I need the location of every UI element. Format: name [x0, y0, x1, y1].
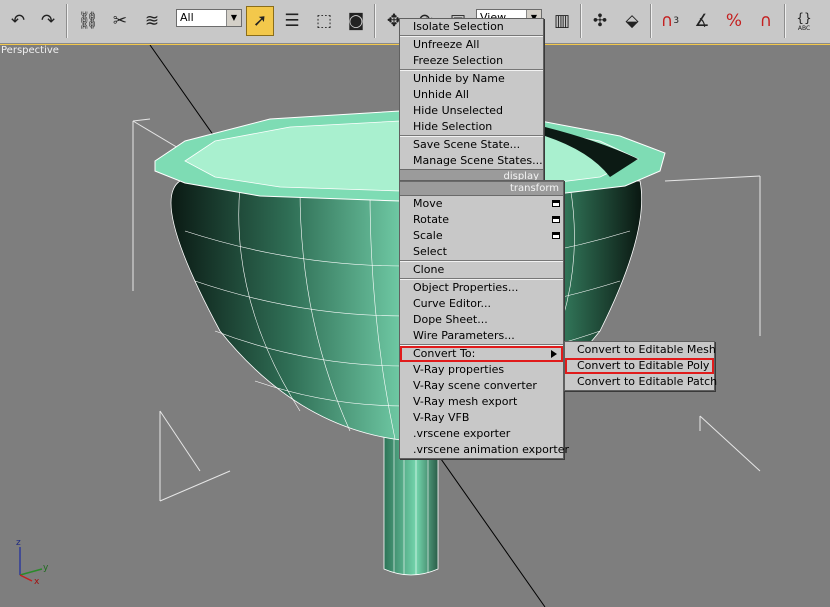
- menu-item-freeze-selection[interactable]: Freeze Selection: [400, 53, 543, 69]
- menu-item-hide-unselected[interactable]: Hide Unselected: [400, 103, 543, 119]
- viewport-label[interactable]: Perspective: [1, 45, 59, 56]
- window-crossing-icon[interactable]: ◙: [342, 6, 370, 36]
- angle-snap-icon[interactable]: ∡: [688, 6, 716, 36]
- percent-snap-icon[interactable]: %: [720, 6, 748, 36]
- menu-item-unhide-by-name[interactable]: Unhide by Name: [400, 71, 543, 87]
- spinner-snap-icon[interactable]: ∩: [752, 6, 780, 36]
- named-selection-label: ABC: [797, 24, 811, 32]
- menu-item-vray-scene-converter[interactable]: V-Ray scene converter: [400, 378, 563, 394]
- settings-box-icon[interactable]: [552, 216, 560, 223]
- toolbar-separator: [650, 4, 652, 38]
- snap-3d-icon[interactable]: ∩ 3: [656, 6, 684, 36]
- keyboard-shortcut-icon[interactable]: ⬙: [618, 6, 646, 36]
- menu-item-convert-to-editable-patch[interactable]: Convert to Editable Patch: [565, 374, 717, 390]
- convert-to-submenu: Convert to Editable Mesh Convert to Edit…: [564, 341, 717, 391]
- pivot-icon[interactable]: ▥: [548, 6, 576, 36]
- menu-item-convert-to-editable-poly[interactable]: Convert to Editable Poly: [565, 358, 714, 374]
- link-icon[interactable]: ⛓: [74, 6, 102, 36]
- menu-item-vray-vfb[interactable]: V-Ray VFB: [400, 410, 563, 426]
- settings-box-icon[interactable]: [552, 232, 560, 239]
- menu-item-label: Move: [413, 197, 443, 210]
- menu-item-rotate[interactable]: Rotate: [400, 212, 563, 228]
- menu-item-vrscene-exporter[interactable]: .vrscene exporter: [400, 426, 563, 442]
- toolbar-separator: [374, 4, 376, 38]
- menu-item-convert-to[interactable]: Convert To:: [400, 346, 563, 362]
- menu-item-vrscene-animation-exporter[interactable]: .vrscene animation exporter: [400, 442, 569, 458]
- axis-tripod-icon: z y x: [16, 538, 49, 585]
- menu-item-scale[interactable]: Scale: [400, 228, 563, 244]
- named-selection-icon[interactable]: {} ABC: [790, 6, 818, 36]
- menu-item-label: Scale: [413, 229, 443, 242]
- toolbar-separator: [580, 4, 582, 38]
- menu-item-clone[interactable]: Clone: [400, 262, 563, 278]
- manipulate-icon[interactable]: ✣: [586, 6, 614, 36]
- unlink-icon[interactable]: ✂: [106, 6, 134, 36]
- select-by-name-icon[interactable]: ☰: [278, 6, 306, 36]
- quad-menu-display: Isolate Selection Unfreeze All Freeze Se…: [399, 18, 544, 185]
- menu-item-object-properties[interactable]: Object Properties...: [400, 280, 563, 296]
- selection-filter-value: All: [180, 11, 194, 24]
- axis-y-label: y: [43, 563, 49, 573]
- bind-space-warp-icon[interactable]: ≋: [138, 6, 166, 36]
- undo-icon[interactable]: ↶: [4, 6, 32, 36]
- menu-item-move[interactable]: Move: [400, 196, 563, 212]
- redo-icon[interactable]: ↷: [34, 6, 62, 36]
- toolbar-separator: [784, 4, 786, 38]
- menu-item-vray-properties[interactable]: V-Ray properties: [400, 362, 563, 378]
- menu-item-unhide-all[interactable]: Unhide All: [400, 87, 543, 103]
- menu-item-save-scene-state[interactable]: Save Scene State...: [400, 137, 543, 153]
- menu-item-vray-mesh-export[interactable]: V-Ray mesh export: [400, 394, 563, 410]
- submenu-arrow-icon: [551, 350, 557, 358]
- menu-item-select[interactable]: Select: [400, 244, 563, 260]
- axis-z-label: z: [16, 538, 21, 548]
- menu-header-transform: transform: [400, 181, 563, 196]
- menu-item-curve-editor[interactable]: Curve Editor...: [400, 296, 563, 312]
- menu-item-manage-scene-states[interactable]: Manage Scene States...: [400, 153, 543, 169]
- snap-mode-label: 3: [673, 16, 680, 26]
- menu-item-isolate-selection[interactable]: Isolate Selection: [400, 19, 543, 35]
- axis-x-label: x: [34, 577, 40, 585]
- settings-box-icon[interactable]: [552, 200, 560, 207]
- menu-item-wire-parameters[interactable]: Wire Parameters...: [400, 328, 563, 344]
- chevron-down-icon: ▼: [226, 10, 241, 26]
- menu-item-hide-selection[interactable]: Hide Selection: [400, 119, 543, 135]
- menu-item-label: Convert To:: [413, 347, 476, 360]
- menu-item-unfreeze-all[interactable]: Unfreeze All: [400, 37, 543, 53]
- menu-item-dope-sheet[interactable]: Dope Sheet...: [400, 312, 563, 328]
- menu-item-convert-to-editable-mesh[interactable]: Convert to Editable Mesh: [565, 342, 716, 358]
- toolbar-separator: [66, 4, 68, 38]
- rectangle-selection-icon[interactable]: ⬚: [310, 6, 338, 36]
- selection-filter-dropdown[interactable]: All ▼: [176, 9, 242, 27]
- select-object-icon[interactable]: ➚: [246, 6, 274, 36]
- menu-item-label: Rotate: [413, 213, 450, 226]
- quad-menu-transform: transform Move Rotate Scale Select Clone…: [399, 180, 569, 459]
